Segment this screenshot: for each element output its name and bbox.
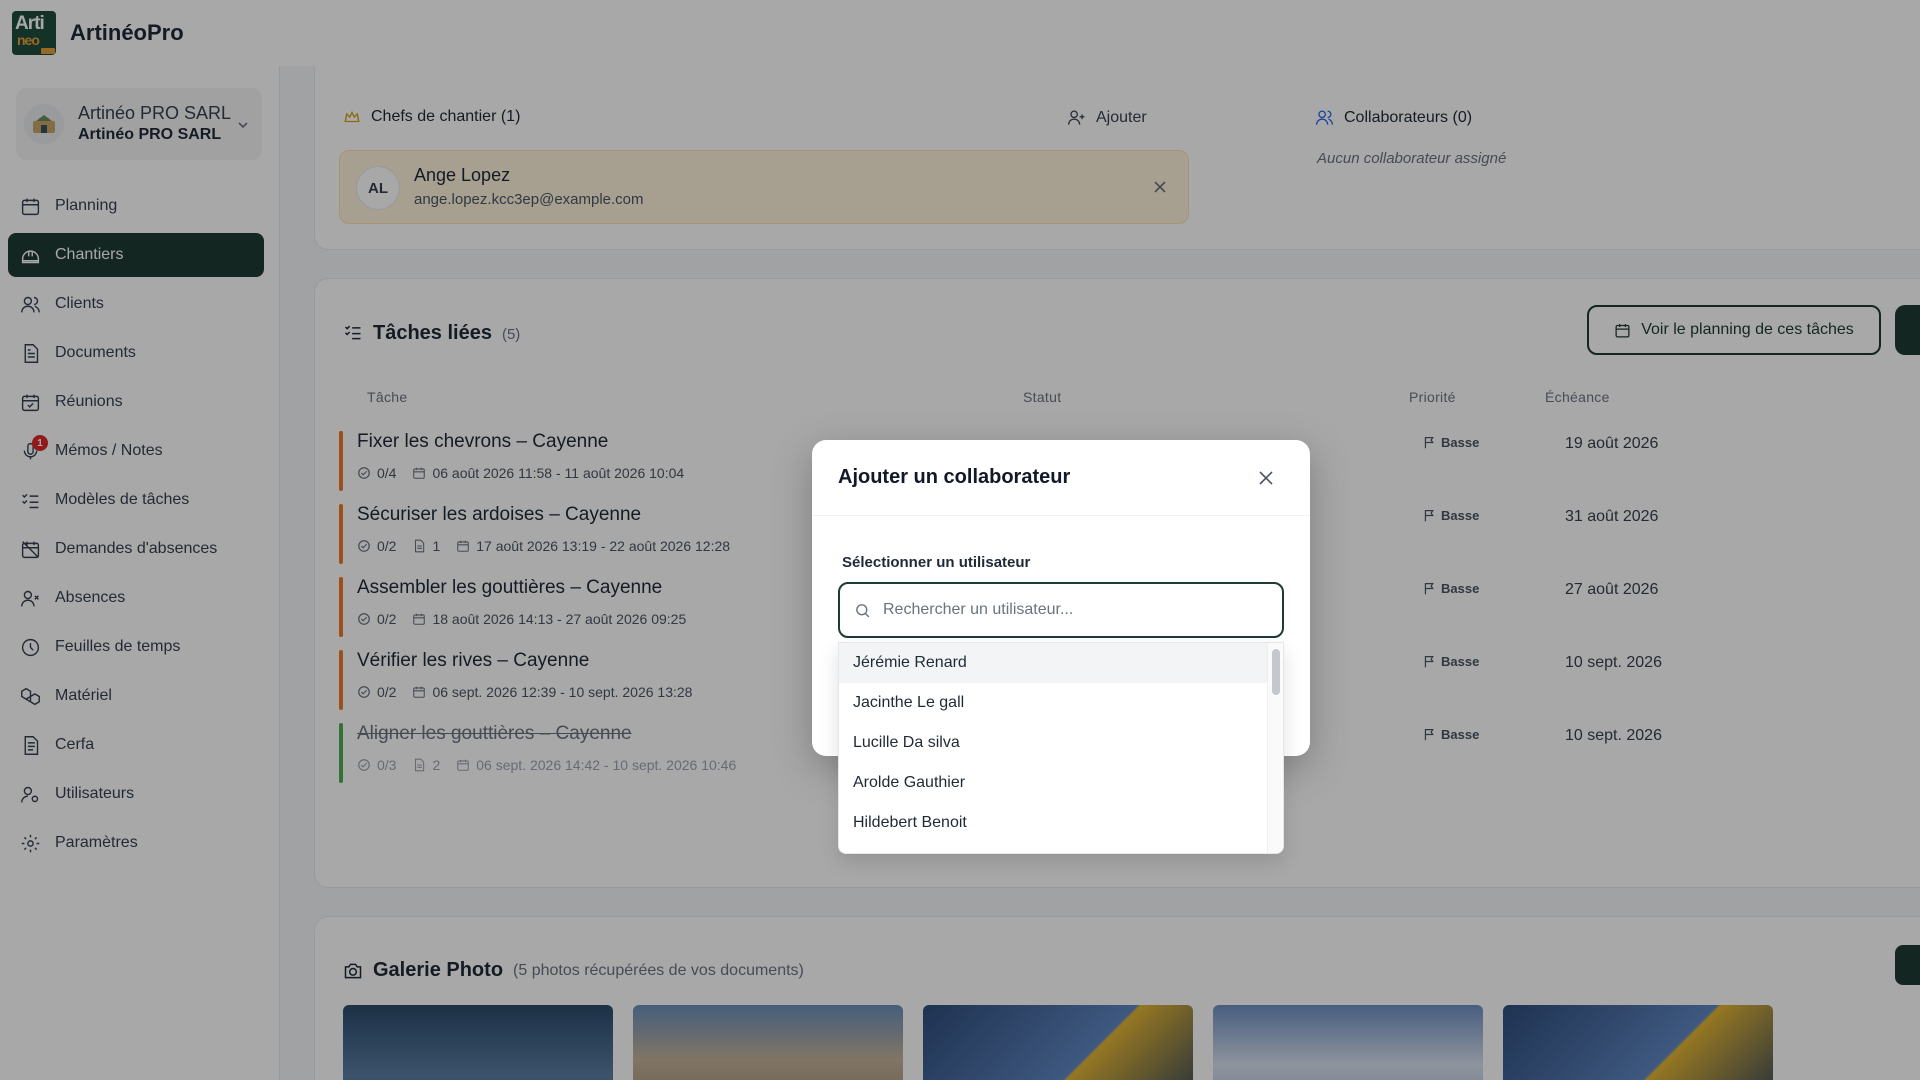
user-select-label: Sélectionner un utilisateur [842, 554, 1031, 571]
close-button[interactable] [1256, 468, 1276, 488]
search-icon [856, 603, 870, 617]
user-search-input[interactable] [883, 601, 1253, 619]
user-option[interactable]: Arolde Gauthier [839, 763, 1269, 803]
user-options-dropdown[interactable]: Jérémie Renard Jacinthe Le gall Lucille … [838, 642, 1284, 854]
user-option[interactable]: Hildebert Benoit [839, 803, 1269, 843]
user-search-field[interactable] [838, 582, 1284, 638]
user-option[interactable]: Jacinthe Le gall [839, 683, 1269, 723]
close-icon [1259, 471, 1273, 485]
dialog-title: Ajouter un collaborateur [838, 466, 1071, 488]
dropdown-scrollbar[interactable] [1267, 643, 1283, 853]
scrollbar-thumb[interactable] [1272, 649, 1280, 695]
user-option[interactable]: Jérémie Renard [839, 643, 1269, 683]
user-option[interactable]: Lucille Da silva [839, 723, 1269, 763]
